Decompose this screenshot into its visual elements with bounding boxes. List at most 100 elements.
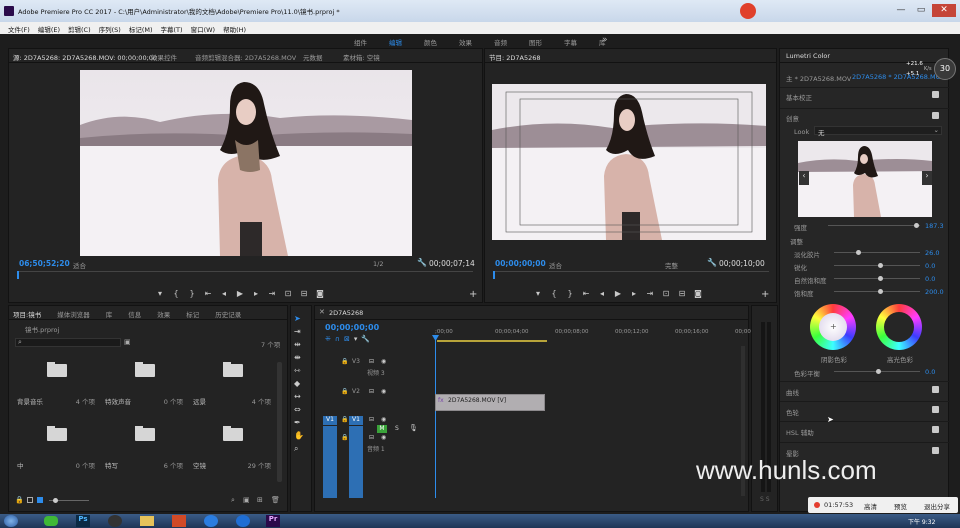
export-frame-icon[interactable]: ◙ bbox=[315, 289, 325, 298]
track-toggle-icon[interactable]: ⊟ bbox=[369, 416, 374, 423]
workspace-tab[interactable]: 字幕 bbox=[564, 37, 577, 47]
timeline-ruler[interactable]: ;00;00 00;00;04;00 00;00;08;00 00;00;12;00 0… bbox=[435, 326, 760, 346]
lock-icon[interactable]: 🔒 bbox=[15, 496, 24, 504]
workspace-tab[interactable]: 组件 bbox=[354, 37, 367, 47]
add-marker-icon[interactable]: ▾ bbox=[354, 335, 358, 343]
go-to-out-icon[interactable]: ⇥ bbox=[267, 289, 277, 298]
track-toggle-icon[interactable]: ⊟ bbox=[369, 434, 374, 441]
project-scrollbar[interactable] bbox=[277, 362, 282, 482]
adjust-value[interactable]: 26.0 bbox=[925, 249, 939, 257]
new-bin-icon[interactable]: ▣ bbox=[243, 496, 250, 504]
browser2-icon[interactable] bbox=[236, 515, 250, 527]
intensity-slider[interactable] bbox=[828, 223, 920, 228]
tab-effect-controls[interactable]: 效果控件 bbox=[151, 52, 177, 62]
tab-lumetri-color[interactable]: Lumetri Color bbox=[786, 52, 830, 60]
source-add-button-icon[interactable]: + bbox=[469, 289, 477, 300]
track-lock-icon[interactable]: 🔒 bbox=[341, 434, 348, 441]
bin-item[interactable]: 特写 6 个项 bbox=[103, 416, 187, 476]
minimize-icon[interactable]: — bbox=[892, 4, 910, 17]
workspace-more-icon[interactable]: » bbox=[602, 35, 608, 45]
zoom-tool-icon[interactable]: ⌕ bbox=[294, 444, 304, 454]
nest-icon[interactable]: ⁜ bbox=[325, 335, 331, 343]
lift-icon[interactable]: ⊡ bbox=[661, 289, 671, 298]
program-add-button-icon[interactable]: + bbox=[761, 289, 769, 300]
eye-icon[interactable]: ◉ bbox=[381, 416, 386, 423]
curves-checkbox[interactable] bbox=[932, 386, 939, 393]
meter-solo-icon[interactable]: S S bbox=[760, 496, 770, 503]
slider-knob[interactable] bbox=[856, 250, 861, 255]
project-tab[interactable]: 标记 bbox=[186, 309, 199, 319]
program-fit-select[interactable]: 适合 bbox=[549, 260, 562, 270]
camera-icon[interactable] bbox=[108, 515, 122, 527]
look-select[interactable]: 无 ⌄ bbox=[814, 126, 942, 137]
section-hsl[interactable]: HSL 辅助 bbox=[780, 421, 950, 439]
program-playhead[interactable] bbox=[493, 271, 495, 279]
highlight-tint-wheel[interactable] bbox=[876, 304, 922, 350]
adjust-value[interactable]: 0.0 bbox=[925, 262, 935, 270]
intensity-value[interactable]: 187.3 bbox=[925, 222, 944, 230]
program-step-forward-icon[interactable]: ▸ bbox=[629, 289, 639, 298]
adjust-value[interactable]: 0.0 bbox=[925, 275, 935, 283]
tab-source[interactable]: 源: 2D7A5268: 2D7A5268.MOV: 00;00;00;00 bbox=[13, 52, 157, 62]
eye-icon[interactable]: ◉ bbox=[381, 434, 386, 441]
go-to-in-icon[interactable]: ⇤ bbox=[203, 289, 213, 298]
linked-selection-icon[interactable]: ⊠ bbox=[344, 335, 350, 343]
source-ratio-select[interactable]: 1/2 bbox=[373, 260, 383, 268]
track-toggle-icon[interactable]: ⊟ bbox=[369, 358, 374, 365]
color-wheels-checkbox[interactable] bbox=[932, 406, 939, 413]
taskbar-ps-icon[interactable]: Ps bbox=[76, 515, 90, 527]
track-lock-icon[interactable]: 🔒 bbox=[341, 416, 348, 423]
program-step-back-icon[interactable]: ◂ bbox=[597, 289, 607, 298]
tab-program[interactable]: 节目: 2D7A5268 bbox=[489, 52, 541, 62]
slider-knob[interactable] bbox=[878, 263, 883, 268]
menu-item[interactable]: 序列(S) bbox=[99, 24, 121, 34]
program-timecode[interactable]: 00;00;00;00 bbox=[495, 259, 546, 268]
basic-correction-checkbox[interactable] bbox=[932, 91, 939, 98]
recorder-hd-button[interactable]: 高清 bbox=[864, 501, 877, 511]
project-tab[interactable]: 信息 bbox=[128, 309, 141, 319]
bin-item[interactable]: 背景音乐 4 个项 bbox=[15, 352, 99, 412]
menu-item[interactable]: 窗口(W) bbox=[191, 24, 216, 34]
project-tab[interactable]: 效果 bbox=[157, 309, 170, 319]
play-icon[interactable]: ▶ bbox=[235, 289, 245, 298]
bin-item[interactable]: 中 0 个项 bbox=[15, 416, 99, 476]
trash-icon[interactable]: 🗑 bbox=[271, 496, 280, 504]
program-go-to-in-icon[interactable]: ⇤ bbox=[581, 289, 591, 298]
adjust-slider[interactable] bbox=[834, 250, 920, 255]
menu-item[interactable]: 编辑(E) bbox=[38, 24, 60, 34]
wrench-icon[interactable]: 🔧 bbox=[417, 258, 427, 267]
eye-icon[interactable]: ◉ bbox=[381, 358, 386, 365]
look-preview[interactable] bbox=[798, 141, 932, 217]
tab-metadata[interactable]: 元数据 bbox=[303, 52, 323, 62]
extract-icon[interactable]: ⊟ bbox=[677, 289, 687, 298]
presentation-icon[interactable] bbox=[172, 515, 186, 527]
adjust-value[interactable]: 200.0 bbox=[925, 288, 944, 296]
menu-item[interactable]: 帮助(H) bbox=[223, 24, 246, 34]
program-play-icon[interactable]: ▶ bbox=[613, 289, 623, 298]
slider-knob[interactable] bbox=[878, 289, 883, 294]
recorder-preview-button[interactable]: 预览 bbox=[894, 501, 907, 511]
workspace-tab[interactable]: 音频 bbox=[494, 37, 507, 47]
slip-tool-icon[interactable]: ↔ bbox=[294, 392, 304, 401]
creative-checkbox[interactable] bbox=[932, 112, 939, 119]
start-button-icon[interactable] bbox=[4, 515, 18, 527]
look-prev-icon[interactable]: ‹ bbox=[799, 171, 809, 185]
section-basic-correction[interactable]: 基本校正 bbox=[780, 87, 950, 102]
hsl-checkbox[interactable] bbox=[932, 426, 939, 433]
program-mark-out-icon[interactable]: } bbox=[565, 289, 575, 298]
track-target[interactable]: V1 bbox=[349, 416, 363, 425]
razor-tool-icon[interactable]: ◆ bbox=[294, 379, 304, 388]
track-lock-icon[interactable]: 🔒 bbox=[341, 388, 348, 395]
solo-button[interactable]: S bbox=[395, 425, 399, 432]
program-scrub-bar[interactable] bbox=[493, 271, 769, 277]
slider-knob[interactable] bbox=[878, 276, 883, 281]
slide-tool-icon[interactable]: ⇔ bbox=[294, 405, 304, 414]
tab-bin[interactable]: 素材箱: 空镜 bbox=[343, 52, 380, 62]
shadow-tint-wheel[interactable]: + bbox=[810, 304, 856, 350]
mute-button[interactable]: M bbox=[377, 425, 387, 433]
browser-icon[interactable] bbox=[204, 515, 218, 527]
menu-item[interactable]: 文件(F) bbox=[8, 24, 30, 34]
work-area-bar[interactable] bbox=[437, 340, 547, 342]
list-view-icon[interactable] bbox=[27, 497, 33, 503]
project-search-input[interactable]: ⌕ bbox=[15, 338, 121, 347]
